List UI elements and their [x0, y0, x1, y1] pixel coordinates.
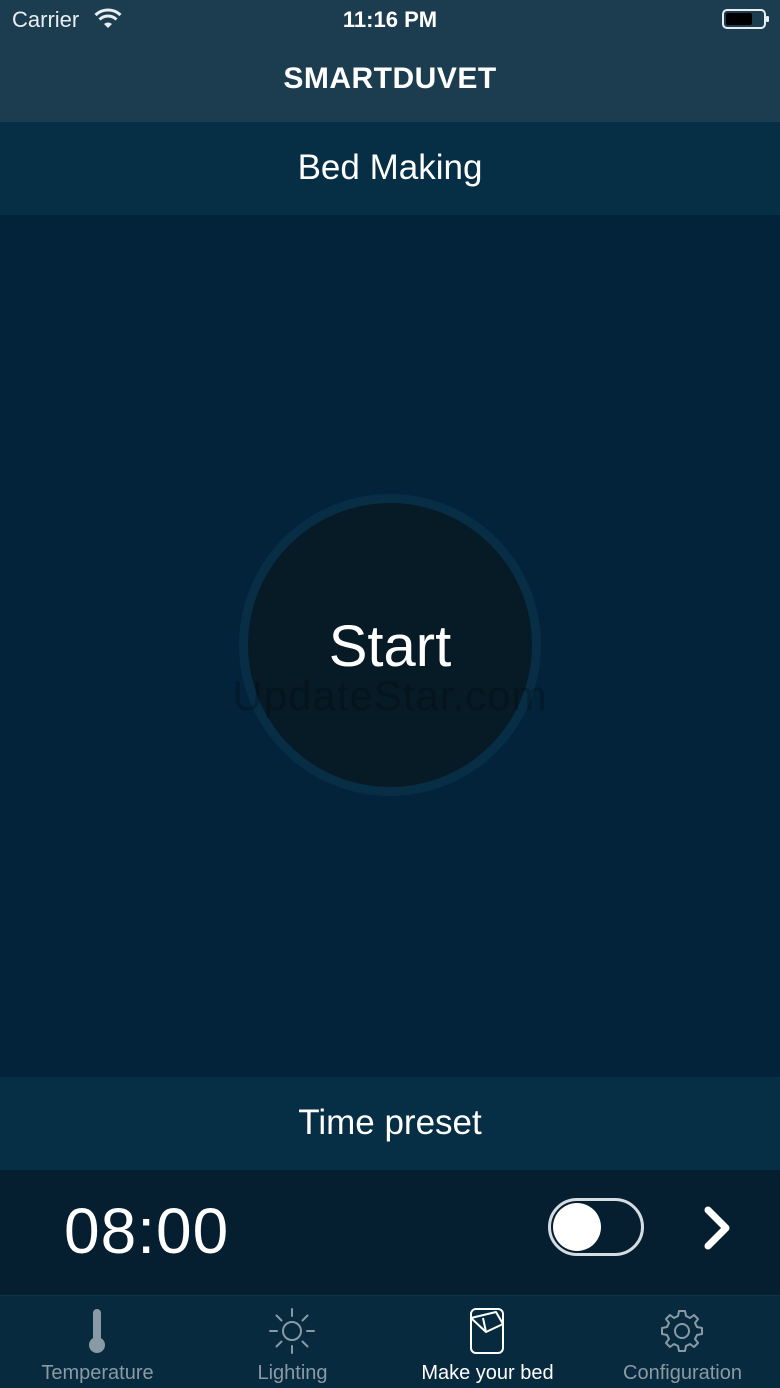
time-preset-row[interactable]: 08:00 — [0, 1170, 780, 1295]
tab-label: Lighting — [257, 1362, 328, 1384]
tab-configuration[interactable]: Configuration — [585, 1296, 780, 1388]
app-title: SMARTDUVET — [283, 62, 497, 95]
chevron-right-icon[interactable] — [700, 1204, 734, 1252]
time-preset-title: Time preset — [298, 1103, 482, 1142]
tab-label: Configuration — [623, 1362, 742, 1384]
tab-label: Make your bed — [421, 1362, 554, 1384]
preset-time-value[interactable]: 08:00 — [64, 1194, 229, 1268]
tab-temperature[interactable]: Temperature — [0, 1296, 195, 1388]
preset-toggle[interactable] — [548, 1198, 644, 1256]
battery-icon — [722, 9, 769, 29]
bed-making-header: Bed Making — [0, 122, 780, 215]
start-button-label: Start — [328, 614, 452, 679]
gear-icon — [661, 1310, 703, 1352]
status-time: 11:16 PM — [342, 7, 438, 32]
status-bar: Carrier 11:16 PM — [0, 0, 780, 40]
toggle-knob — [553, 1203, 601, 1251]
time-preset-header: Time preset — [0, 1077, 780, 1170]
navigation-bar: SMARTDUVET — [0, 40, 780, 123]
thermometer-icon — [89, 1309, 105, 1353]
start-button[interactable]: Start — [248, 503, 532, 787]
tab-label: Temperature — [41, 1362, 154, 1384]
tab-make-your-bed[interactable]: Make your bed — [390, 1296, 585, 1388]
sun-icon — [269, 1308, 315, 1354]
tab-bar: Temperature Lighting Make your bed Confi… — [0, 1295, 780, 1388]
bed-icon — [470, 1308, 504, 1354]
tab-lighting[interactable]: Lighting — [195, 1296, 390, 1388]
bed-making-title: Bed Making — [297, 148, 483, 187]
